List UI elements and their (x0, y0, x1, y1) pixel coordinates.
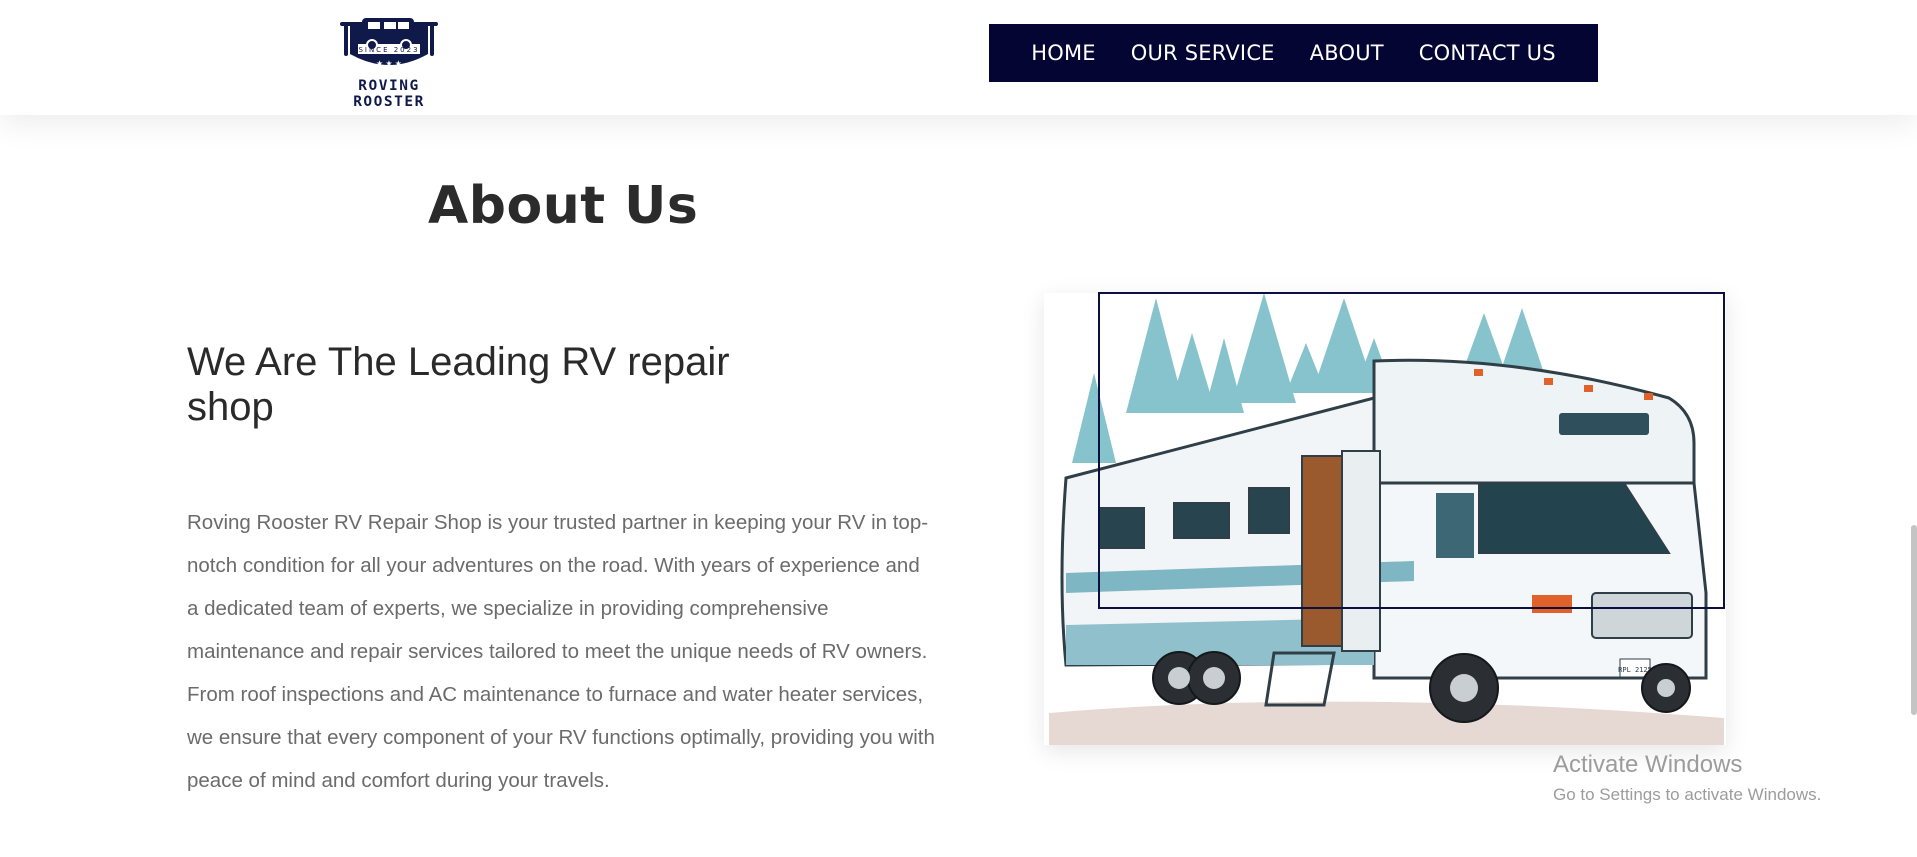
watermark-title: Activate Windows (1553, 751, 1743, 778)
about-body-text: Roving Rooster RV Repair Shop is your tr… (187, 511, 935, 792)
nav-about[interactable]: ABOUT (1310, 41, 1384, 65)
logo-emblem: SINCE 2023 ★ ★ ★ (340, 18, 438, 68)
logo-wordmark: ROVING ROOSTER (353, 78, 425, 110)
logo-since-text: SINCE 2023 (358, 46, 419, 54)
site-header: SINCE 2023 ★ ★ ★ ROVING ROOSTER HOME OUR… (0, 0, 1917, 115)
page-scrollbar-thumb[interactable] (1911, 525, 1917, 715)
windows-activation-watermark: Activate Windows Go to Settings to activ… (1553, 751, 1821, 805)
nav-home[interactable]: HOME (1031, 41, 1096, 65)
nav-our-service[interactable]: OUR SERVICE (1131, 41, 1275, 65)
section-heading: We Are The Leading RV repair shop (187, 340, 730, 429)
nav-contact-us[interactable]: CONTACT US (1419, 41, 1556, 65)
site-logo[interactable]: SINCE 2023 ★ ★ ★ ROVING ROOSTER (318, 14, 460, 110)
rv-illustration: RPL 2125 (1044, 293, 1726, 745)
watermark-subtitle: Go to Settings to activate Windows. (1553, 785, 1822, 804)
svg-text:★ ★ ★: ★ ★ ★ (376, 59, 402, 68)
page-title: About Us (428, 176, 699, 236)
main-nav: HOME OUR SERVICE ABOUT CONTACT US (989, 24, 1598, 82)
